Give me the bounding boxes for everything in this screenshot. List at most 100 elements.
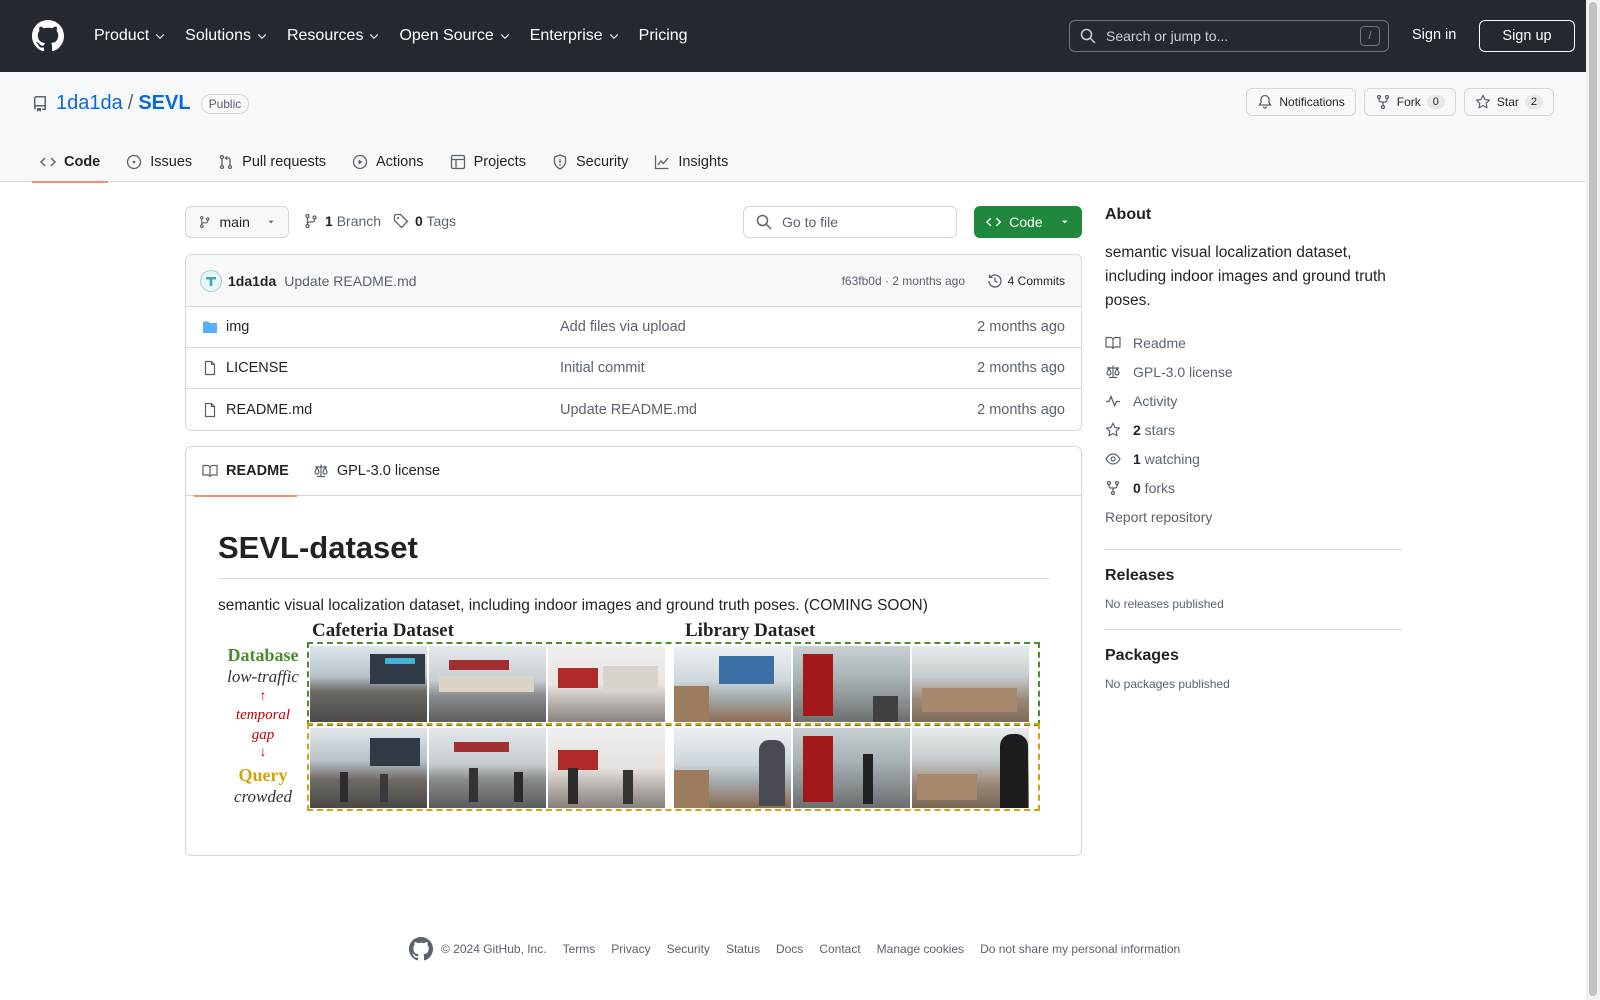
repo-main: main 1 Branch 0 Tags Go to file Code 1da… [185, 206, 1082, 856]
file-name[interactable]: LICENSE [226, 360, 288, 376]
nav-pricing[interactable]: Pricing [633, 27, 694, 45]
tab-code[interactable]: Code [32, 142, 109, 183]
tab-projects-label: Projects [473, 154, 526, 170]
footer-link-do-not-share[interactable]: Do not share my personal information [980, 942, 1180, 956]
tags-link[interactable]: 0 Tags [415, 213, 456, 229]
commit-hash-time[interactable]: f63fb0d · 2 months ago [842, 274, 965, 288]
search-icon [1080, 28, 1096, 44]
photo-cafeteria-q-1 [310, 728, 427, 808]
fork-label: Fork [1396, 95, 1421, 109]
readme-panel: README GPL-3.0 license SEVL-dataset sema… [185, 446, 1082, 856]
file-commit-message[interactable]: Update README.md [560, 402, 697, 418]
search-input[interactable]: Search or jump to... / [1069, 20, 1389, 52]
scrollbar-thumb[interactable] [1589, 2, 1597, 996]
page-scrollbar[interactable] [1586, 0, 1600, 1000]
nav-product[interactable]: Product [88, 27, 172, 45]
commits-link[interactable]: 4 Commits [987, 273, 1065, 289]
sidebar-divider [1105, 549, 1402, 550]
releases-heading[interactable]: Releases [1105, 567, 1402, 585]
nav-solutions-label: Solutions [185, 27, 251, 44]
branch-selector[interactable]: main [185, 206, 289, 238]
activity-link[interactable]: Activity [1105, 386, 1402, 415]
stars-link[interactable]: 2 stars [1105, 415, 1402, 444]
tab-insights[interactable]: Insights [646, 142, 736, 182]
footer-link-manage-cookies[interactable]: Manage cookies [877, 942, 964, 956]
forks-label: forks [1140, 479, 1176, 496]
nav-enterprise[interactable]: Enterprise [524, 27, 626, 45]
repo-owner-link[interactable]: 1da1da [56, 92, 123, 115]
tab-projects[interactable]: Projects [442, 142, 534, 182]
file-name[interactable]: README.md [226, 402, 312, 418]
query-photos-library [674, 728, 1029, 808]
commit-message-link[interactable]: Update README.md [284, 273, 416, 289]
photo-cafeteria-db-3 [548, 646, 665, 722]
forks-link[interactable]: 0 forks [1105, 473, 1402, 502]
go-to-file-input[interactable]: Go to file [743, 206, 957, 238]
sign-up-button[interactable]: Sign up [1479, 20, 1575, 52]
readme-link[interactable]: Readme [1105, 328, 1402, 357]
database-photos-cafeteria [310, 646, 665, 722]
go-to-file-placeholder: Go to file [782, 214, 839, 230]
branch-count: 1 [325, 213, 333, 229]
tab-insights-label: Insights [678, 154, 729, 170]
packages-empty: No packages published [1105, 677, 1230, 691]
file-row-license[interactable]: LICENSE Initial commit 2 months ago [186, 348, 1081, 389]
nav-solutions[interactable]: Solutions [179, 27, 274, 45]
readme-body: SEVL-dataset semantic visual localizatio… [186, 530, 1081, 615]
file-browser: 1da1da Update README.md f63fb0d · 2 mont… [185, 254, 1082, 431]
nav-resources[interactable]: Resources [281, 27, 386, 45]
tab-actions[interactable]: Actions [344, 142, 432, 182]
branch-name: main [219, 214, 250, 230]
photo-library-db-3 [912, 646, 1029, 722]
visibility-badge: Public [200, 93, 250, 114]
file-row-img[interactable]: img Add files via upload 2 months ago [186, 307, 1081, 348]
repo-name-link[interactable]: SEVL [138, 92, 190, 115]
notifications-button[interactable]: Notifications [1246, 88, 1356, 116]
star-button[interactable]: Star 2 [1463, 88, 1554, 116]
code-button[interactable]: Code [974, 206, 1082, 238]
tab-security[interactable]: Security [544, 142, 636, 182]
issue-opened-icon [127, 154, 142, 170]
report-repository-link[interactable]: Report repository [1105, 502, 1402, 531]
footer-link-docs[interactable]: Docs [776, 942, 803, 956]
github-mark-icon[interactable] [32, 20, 64, 52]
sign-in-link[interactable]: Sign in [1412, 27, 1456, 43]
tab-pull-requests[interactable]: Pull requests [210, 142, 334, 182]
file-commit-message[interactable]: Add files via upload [560, 319, 686, 335]
avatar[interactable] [200, 269, 222, 292]
license-link[interactable]: GPL-3.0 license [1105, 357, 1402, 386]
footer-link-privacy[interactable]: Privacy [611, 942, 650, 956]
tab-readme[interactable]: README [194, 447, 297, 497]
folder-icon [203, 321, 217, 333]
github-mark-icon[interactable] [409, 937, 433, 961]
footer-link-status[interactable]: Status [726, 942, 760, 956]
file-commit-message[interactable]: Initial commit [560, 360, 645, 376]
releases-empty: No releases published [1105, 597, 1224, 611]
footer-link-terms[interactable]: Terms [563, 942, 596, 956]
tab-license[interactable]: GPL-3.0 license [305, 447, 448, 496]
footer-link-contact[interactable]: Contact [819, 942, 860, 956]
code-icon [40, 157, 56, 167]
footer-link-security[interactable]: Security [667, 942, 710, 956]
file-name[interactable]: img [226, 319, 249, 335]
tab-issues[interactable]: Issues [118, 142, 200, 182]
commit-author-link[interactable]: 1da1da [228, 273, 276, 289]
watchers-link[interactable]: 1 watching [1105, 444, 1402, 473]
tab-readme-label: README [226, 463, 289, 479]
photo-cafeteria-db-1 [310, 646, 427, 722]
chevron-down-icon [370, 34, 379, 40]
nav-open-source[interactable]: Open Source [393, 27, 516, 45]
fork-button[interactable]: Fork 0 [1363, 88, 1456, 116]
about-description: semantic visual localization dataset, in… [1105, 244, 1386, 309]
watchers-count: 1 [1133, 450, 1141, 467]
chevron-down-icon [155, 34, 165, 40]
repo-title: 1da1da / SEVL Public [32, 92, 250, 115]
nav-enterprise-label: Enterprise [529, 27, 603, 44]
branches-link[interactable]: 1 Branch [325, 213, 381, 229]
figure-heading-cafeteria: Cafeteria Dataset [312, 620, 454, 641]
nav-product-label: Product [94, 27, 150, 44]
fork-count: 0 [1426, 95, 1445, 109]
file-row-readme[interactable]: README.md Update README.md 2 months ago [186, 389, 1081, 430]
chevron-down-icon [500, 34, 509, 40]
packages-heading[interactable]: Packages [1105, 647, 1402, 665]
